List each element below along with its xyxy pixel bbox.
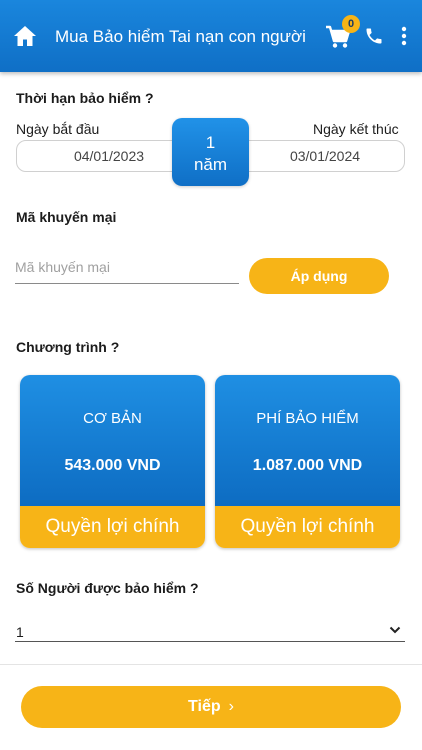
phone-icon[interactable] bbox=[364, 26, 384, 46]
duration-unit: năm bbox=[193, 155, 228, 174]
next-button[interactable]: Tiếp › bbox=[21, 686, 401, 728]
chevron-down-icon bbox=[389, 626, 401, 634]
plan-benefits-button[interactable]: Quyền lợi chính bbox=[215, 506, 400, 548]
promo-heading: Mã khuyến mại bbox=[16, 209, 117, 225]
plan-price: 543.000 VND bbox=[64, 457, 161, 474]
footer-divider bbox=[0, 664, 422, 665]
plan-card-basic[interactable]: CƠ BẢN 543.000 VND Quyền lợi chính bbox=[20, 375, 205, 548]
cart-count-badge: 0 bbox=[342, 15, 360, 33]
plan-price: 1.087.000 VND bbox=[252, 457, 363, 474]
plan-card-body: PHÍ BẢO HIỂM 1.087.000 VND bbox=[215, 375, 400, 506]
home-icon[interactable] bbox=[12, 24, 38, 48]
more-vertical-icon[interactable] bbox=[398, 26, 410, 46]
page-title: Mua Bảo hiểm Tai nạn con người bbox=[55, 27, 306, 46]
app-header: Mua Bảo hiểm Tai nạn con người 0 bbox=[0, 0, 422, 72]
apply-promo-button[interactable]: Áp dụng bbox=[249, 258, 389, 294]
end-date-value: 03/01/2024 bbox=[289, 148, 361, 164]
term-heading: Thời hạn bảo hiểm ? bbox=[16, 90, 154, 106]
insured-count-select[interactable]: 1 bbox=[15, 620, 405, 642]
chevron-right-icon: › bbox=[228, 698, 234, 715]
plan-name: CƠ BẢN bbox=[83, 410, 142, 427]
promo-code-input[interactable] bbox=[15, 250, 239, 284]
duration-value: 1 bbox=[205, 133, 216, 152]
next-button-label: Tiếp bbox=[188, 698, 221, 715]
start-date-value: 04/01/2023 bbox=[73, 148, 145, 164]
plan-card-body: CƠ BẢN 543.000 VND bbox=[20, 375, 205, 506]
duration-selector[interactable]: 1 năm bbox=[172, 118, 249, 186]
plan-benefits-button[interactable]: Quyền lợi chính bbox=[20, 506, 205, 548]
plans-heading: Chương trình ? bbox=[16, 339, 120, 355]
plan-card-premium[interactable]: PHÍ BẢO HIỂM 1.087.000 VND Quyền lợi chí… bbox=[215, 375, 400, 548]
insured-count-value: 1 bbox=[16, 624, 24, 640]
end-date-label: Ngày kết thúc bbox=[313, 121, 399, 137]
start-date-label: Ngày bắt đầu bbox=[16, 121, 100, 137]
plan-name: PHÍ BẢO HIỂM bbox=[256, 410, 359, 427]
insured-heading: Số Người được bảo hiểm ? bbox=[16, 580, 199, 596]
